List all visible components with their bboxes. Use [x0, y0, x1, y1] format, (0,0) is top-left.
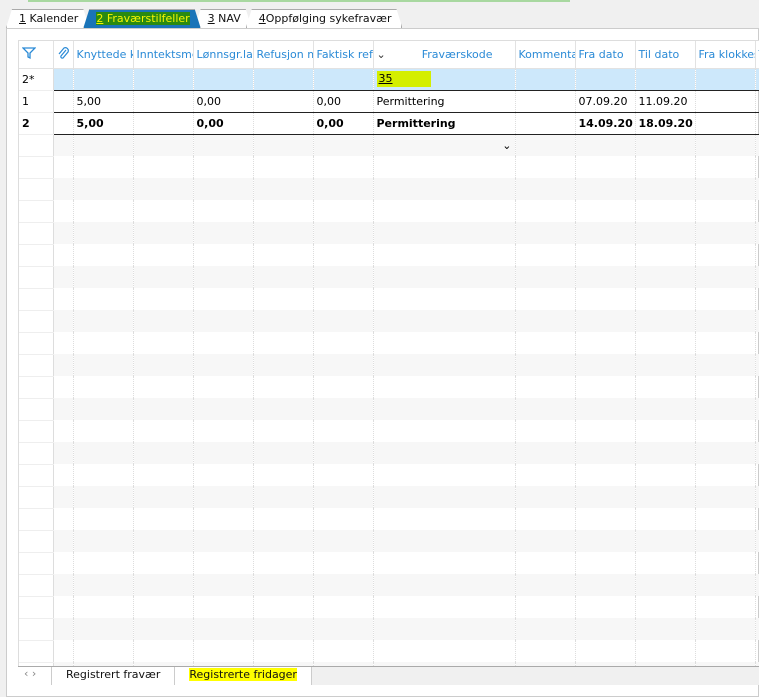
empty-row[interactable]: ⌄ — [19, 134, 759, 157]
tab-panel: Knyttede ka Inntektsmel Lønnsgr.lag Refu… — [6, 28, 759, 697]
table-cell[interactable]: 5,00 — [73, 112, 134, 135]
empty-row[interactable] — [19, 574, 759, 597]
tab-registrert-fravaer[interactable]: Registrert fravær — [52, 667, 176, 685]
row-number: 2 — [19, 112, 54, 135]
tab-fravaerstilfeller[interactable]: 2 Fraværstilfeller — [83, 9, 200, 28]
table-cell[interactable] — [515, 90, 576, 113]
table-cell[interactable] — [755, 90, 759, 113]
col-til-dato[interactable]: Til dato — [635, 41, 696, 69]
table-cell[interactable] — [133, 112, 194, 135]
fravaerskode-input[interactable]: 35 — [373, 68, 516, 91]
table-cell[interactable] — [755, 112, 759, 135]
empty-row[interactable] — [19, 486, 759, 509]
filter-icon[interactable] — [19, 41, 54, 69]
attachment-icon[interactable] — [53, 41, 74, 69]
table-cell[interactable]: 0,00 — [193, 90, 254, 113]
empty-row[interactable] — [19, 530, 759, 553]
table-cell[interactable]: 07.09.20 — [575, 90, 636, 113]
table-cell[interactable]: 11.09.20 — [635, 90, 696, 113]
chevron-down-icon[interactable]: ⌄ — [377, 48, 386, 61]
table-cell[interactable]: 0,00 — [313, 112, 374, 135]
table-cell[interactable] — [253, 90, 314, 113]
new-row[interactable]: 2* 35 — [19, 68, 759, 91]
empty-row[interactable] — [19, 200, 759, 223]
top-progress-bar — [28, 0, 570, 2]
col-lonnsgrunnlag[interactable]: Lønnsgr.lag — [193, 41, 254, 69]
col-fravaerskode[interactable]: ⌄ Fraværskode — [373, 41, 516, 69]
empty-row[interactable] — [19, 376, 759, 399]
empty-row[interactable] — [19, 288, 759, 311]
row-number: 2* — [19, 68, 54, 91]
table-cell[interactable]: 14.09.20 — [575, 112, 636, 135]
empty-row[interactable] — [19, 420, 759, 443]
table-cell[interactable]: Permittering — [373, 90, 516, 113]
bottom-tabs: ‹ › Registrert fravær Registrerte fridag… — [18, 666, 759, 685]
empty-row[interactable] — [19, 354, 759, 377]
empty-row[interactable] — [19, 596, 759, 619]
empty-row[interactable] — [19, 178, 759, 201]
tab-registrerte-fridager[interactable]: Registrerte fridager — [175, 667, 312, 685]
table-cell[interactable]: 0,00 — [313, 90, 374, 113]
col-faktisk-refusjon[interactable]: Faktisk refu — [313, 41, 374, 69]
empty-row[interactable] — [19, 332, 759, 355]
table-cell[interactable] — [133, 90, 194, 113]
table-cell[interactable]: Permittering — [373, 112, 516, 135]
table-cell[interactable] — [695, 112, 756, 135]
tab-scroll-arrows[interactable]: ‹ › — [18, 667, 52, 685]
empty-row[interactable] — [19, 398, 759, 421]
empty-row[interactable] — [19, 266, 759, 289]
table-cell[interactable]: 5,00 — [73, 90, 134, 113]
chevron-down-icon[interactable]: ⌄ — [373, 134, 516, 156]
table-cell[interactable]: 0,00 — [193, 112, 254, 135]
empty-row[interactable] — [19, 464, 759, 487]
empty-row[interactable] — [19, 618, 759, 641]
col-inntektsmelding[interactable]: Inntektsmel — [133, 41, 194, 69]
table-cell[interactable]: 18.09.20 — [635, 112, 696, 135]
empty-row[interactable] — [19, 442, 759, 465]
table-row[interactable]: 1 5,00 0,00 0,00 Permittering 07.09.20 11.09.2… — [19, 90, 759, 113]
col-t[interactable]: T — [755, 41, 759, 69]
tab-kalender[interactable]: 1 Kalender — [6, 9, 89, 28]
table-row[interactable]: 2 5,00 0,00 0,00 Permittering 14.09.20 18.09.2… — [19, 112, 759, 135]
tab-oppfolging-sykefravaer[interactable]: 4Oppfølging sykefravær — [246, 9, 403, 28]
absence-grid: Knyttede ka Inntektsmel Lønnsgr.lag Refu… — [18, 40, 759, 666]
col-kommentar[interactable]: Kommentar — [515, 41, 576, 69]
col-fra-dato[interactable]: Fra dato — [575, 41, 636, 69]
empty-row[interactable] — [19, 156, 759, 179]
main-tabs: 1 Kalender 2 Fraværstilfeller 3 NAV 4Opp… — [6, 8, 396, 28]
col-refusjon[interactable]: Refusjon m — [253, 41, 314, 69]
col-fra-klokkeslett[interactable]: Fra klokkesl — [695, 41, 756, 69]
empty-row[interactable] — [19, 222, 759, 245]
empty-row[interactable] — [19, 552, 759, 575]
empty-row[interactable] — [19, 640, 759, 663]
empty-row[interactable] — [19, 244, 759, 267]
empty-row[interactable] — [19, 508, 759, 531]
row-number: 1 — [19, 90, 54, 113]
table-cell[interactable] — [253, 112, 314, 135]
table-cell[interactable] — [515, 112, 576, 135]
col-knyttede[interactable]: Knyttede ka — [73, 41, 134, 69]
tab-nav[interactable]: 3 NAV — [195, 9, 252, 28]
table-cell[interactable] — [695, 90, 756, 113]
empty-row[interactable] — [19, 310, 759, 333]
